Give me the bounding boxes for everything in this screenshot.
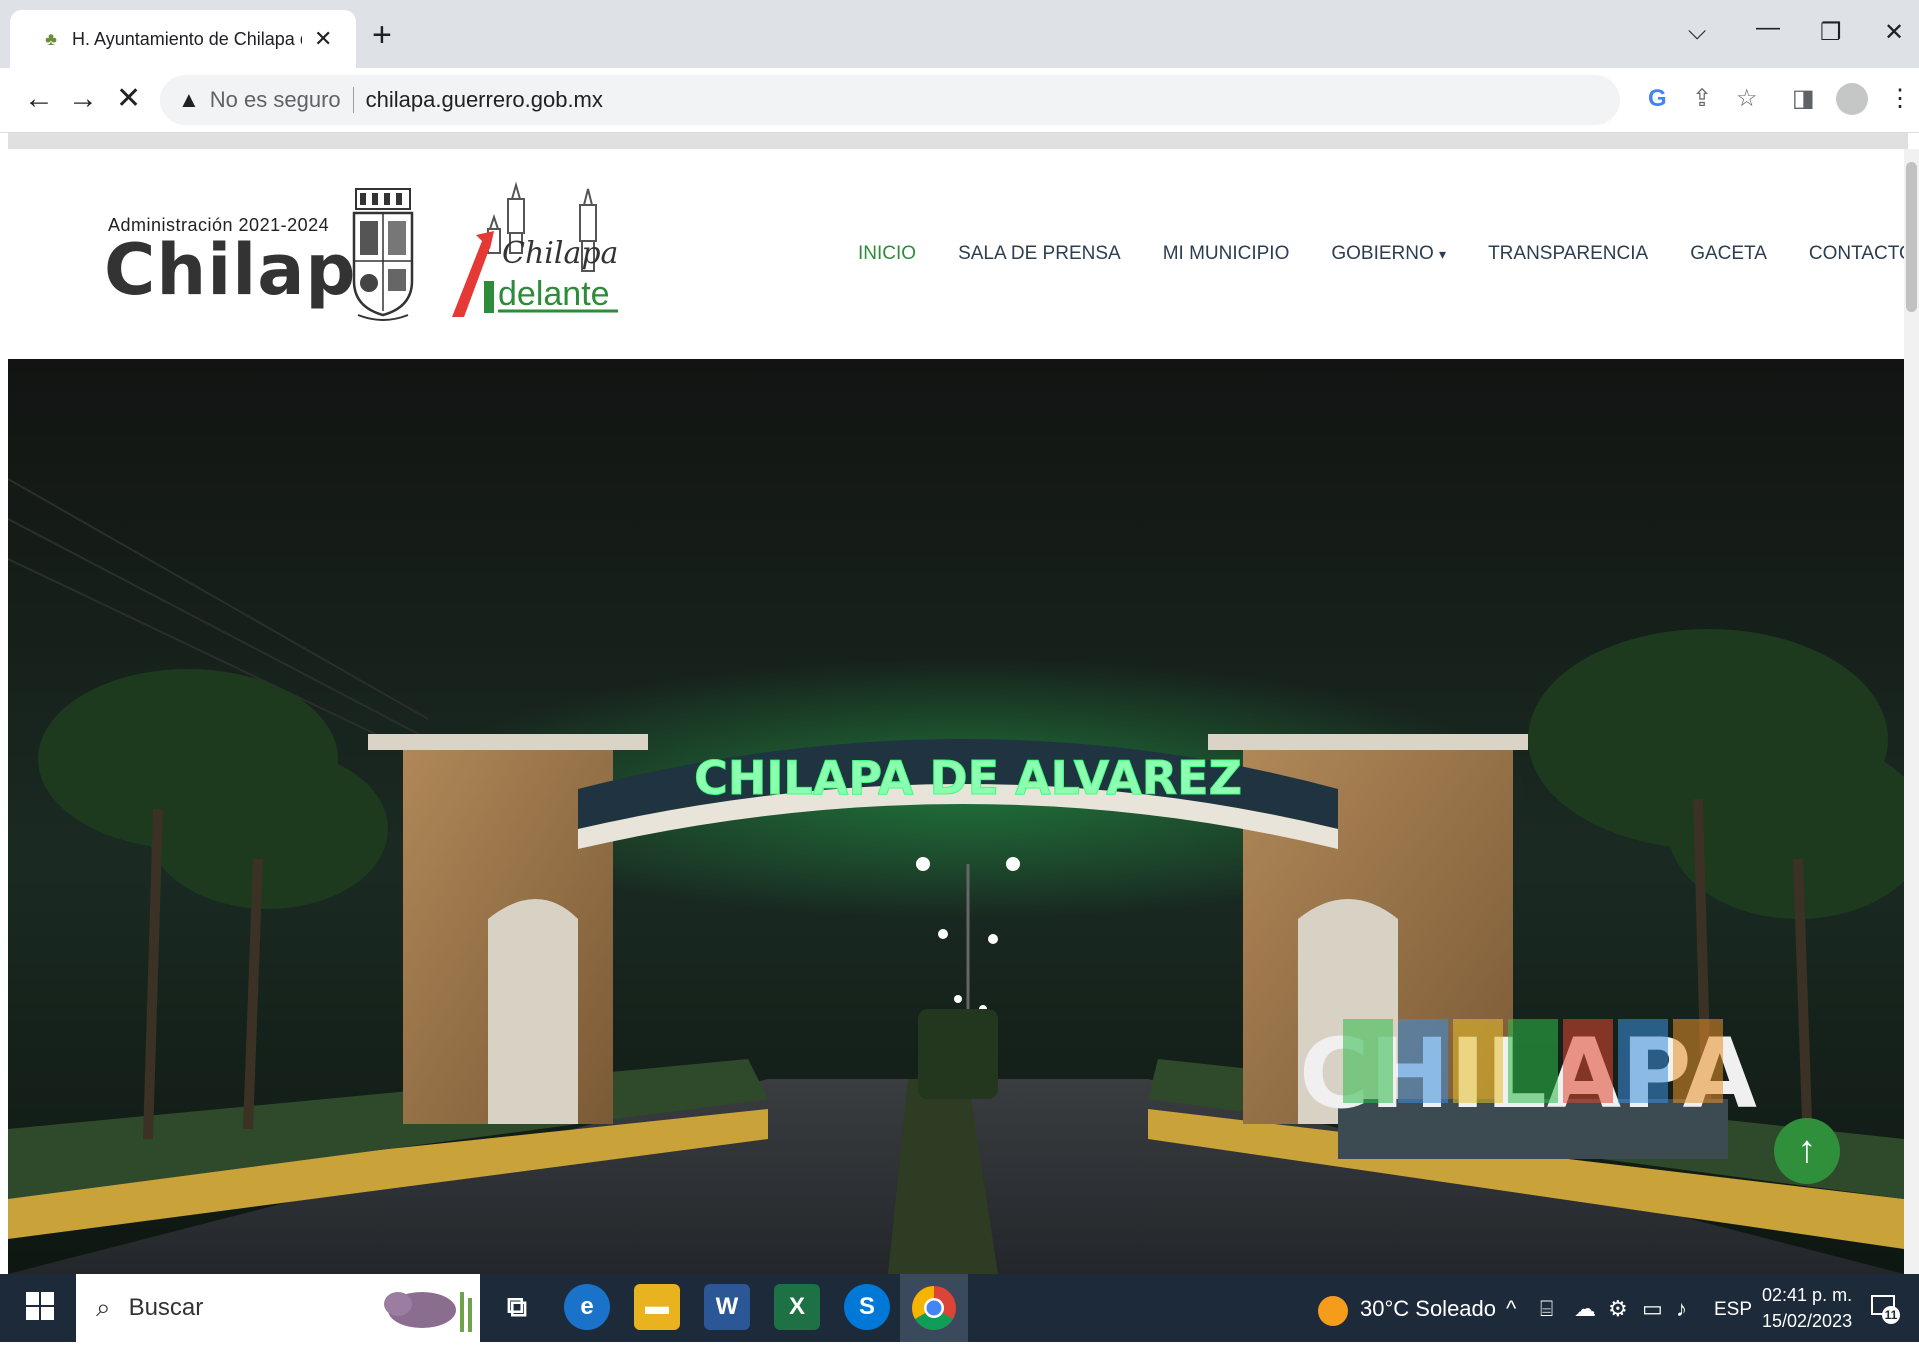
nav-gobierno[interactable]: GOBIERNO ▾ [1331, 243, 1446, 265]
search-placeholder: Buscar [128, 1294, 204, 1321]
google-translate-icon[interactable]: G [1648, 86, 1667, 112]
excel-icon[interactable]: X [774, 1284, 820, 1330]
notifications-icon[interactable]: 11 [1870, 1294, 1900, 1324]
clock-date: 15/02/2023 [1762, 1311, 1853, 1331]
taskbar-settings-icon[interactable]: ⚙ [1608, 1296, 1628, 1322]
nav-mi-municipio[interactable]: MI MUNICIPIO [1163, 243, 1290, 265]
clock[interactable]: 02:41 p. m. 15/02/2023 [1762, 1282, 1852, 1334]
page-top-strip [8, 133, 1908, 149]
file-explorer-icon[interactable]: ▬ [634, 1284, 680, 1330]
edge-icon[interactable]: e [564, 1284, 610, 1330]
page-scrollbar[interactable] [1904, 149, 1919, 1274]
back-arrow-icon[interactable]: ← [24, 82, 54, 116]
address-bar[interactable]: ▲ No es seguro chilapa.guerrero.gob.mx [160, 75, 1620, 125]
tab-title: H. Ayuntamiento de Chilapa de Á [72, 28, 302, 49]
tab-close-icon[interactable]: ✕ [314, 26, 332, 52]
show-hidden-icons-chevron[interactable]: ^ [1506, 1296, 1516, 1322]
nav-inicio[interactable]: INICIO [858, 243, 916, 265]
task-view-icon[interactable]: ⧉ [494, 1284, 540, 1330]
warning-triangle-icon[interactable]: ▲ [178, 87, 200, 113]
meet-now-icon[interactable]: ⌸ [1540, 1296, 1553, 1322]
municipal-crest-icon [352, 188, 414, 321]
chrome-icon [912, 1286, 956, 1330]
omnibox-divider [352, 87, 354, 113]
skype-icon[interactable]: S [844, 1284, 890, 1330]
nav-contacto[interactable]: CONTACTO [1809, 243, 1904, 265]
scrollbar-thumb[interactable] [1906, 162, 1917, 312]
nav-transparencia[interactable]: TRANSPARENCIA [1488, 243, 1648, 265]
slogan-bottom-text: delante [498, 275, 610, 313]
window-close-icon[interactable]: ✕ [1884, 18, 1904, 47]
side-panel-icon[interactable]: ◨ [1792, 86, 1815, 112]
menu-kebab-icon[interactable]: ⋮ [1888, 86, 1912, 112]
clock-time: 02:41 p. m. [1762, 1285, 1853, 1305]
profile-avatar-icon[interactable] [1836, 83, 1868, 115]
forward-arrow-icon[interactable]: → [68, 82, 98, 116]
hero-image: CHILAPA DE ALVAREZ CHILAPA [8, 359, 1904, 1274]
browser-tab[interactable]: ♣ H. Ayuntamiento de Chilapa de Á ✕ [10, 10, 356, 68]
word-icon[interactable]: W [704, 1284, 750, 1330]
site-favicon-icon: ♣ [45, 29, 57, 49]
chilapa-adelante-logo[interactable]: Chilapa delante [450, 177, 630, 327]
search-highlight-hippo-icon [378, 1282, 478, 1334]
main-navigation: INICIO SALA DE PRENSA MI MUNICIPIO GOBIE… [858, 243, 1904, 265]
nav-sala-de-prensa[interactable]: SALA DE PRENSA [958, 243, 1121, 265]
chrome-taskbar-button[interactable] [900, 1274, 968, 1342]
tab-search-chevron-icon[interactable]: ⌵ [1688, 18, 1706, 46]
minimize-icon[interactable]: — [1756, 14, 1780, 42]
windows-start-icon[interactable] [26, 1292, 54, 1320]
new-tab-button[interactable]: + [372, 18, 392, 52]
weather-sun-icon[interactable] [1318, 1296, 1348, 1326]
restore-icon[interactable]: ❐ [1820, 18, 1842, 47]
search-icon: ⌕ [96, 1292, 111, 1322]
language-indicator[interactable]: ESP [1714, 1299, 1752, 1321]
notifications-badge: 11 [1882, 1306, 1900, 1324]
back-to-top-button[interactable]: ↑ [1774, 1118, 1840, 1184]
security-status[interactable]: No es seguro [210, 87, 341, 113]
stop-loading-icon[interactable]: ✕ [116, 82, 141, 116]
speaker-icon[interactable]: ♪ [1676, 1296, 1687, 1322]
weather-text[interactable]: 30°C Soleado [1360, 1296, 1496, 1322]
chevron-down-icon: ▾ [1439, 246, 1447, 262]
arrow-up-icon: ↑ [1797, 1129, 1817, 1171]
onedrive-cloud-icon[interactable]: ☁ [1574, 1296, 1596, 1322]
web-page: Administración 2021-2024 Chilapa Chilapa… [8, 149, 1904, 1274]
nav-gaceta[interactable]: GACETA [1690, 243, 1767, 265]
network-icon[interactable]: ▭ [1642, 1296, 1663, 1322]
share-icon[interactable]: ⇪ [1692, 86, 1712, 112]
hero-arch-text: CHILAPA DE ALVAREZ [694, 751, 1242, 805]
nav-gobierno-label: GOBIERNO [1331, 243, 1434, 264]
slogan-top-text: Chilapa [502, 236, 618, 271]
bookmark-star-icon[interactable]: ☆ [1736, 86, 1758, 112]
url-text[interactable]: chilapa.guerrero.gob.mx [366, 87, 603, 113]
